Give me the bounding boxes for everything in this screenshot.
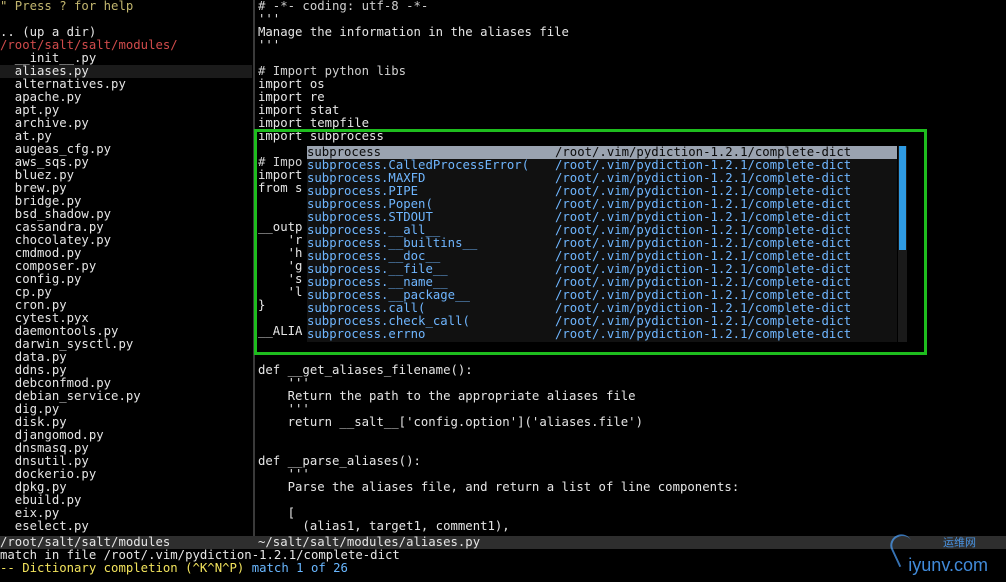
code-line[interactable]: (alias1, target1, comment1), <box>258 520 1006 533</box>
file-list[interactable]: __init__.py aliases.py alternatives.py a… <box>0 52 252 533</box>
file-tree-pane[interactable]: " Press ? for help .. (up a dir) /root/s… <box>0 0 252 536</box>
match-counter: match 1 of 26 <box>251 561 348 575</box>
code-line[interactable] <box>258 429 1006 442</box>
code-line[interactable]: Parse the aliases file, and return a lis… <box>258 481 1006 494</box>
code-line[interactable] <box>258 494 1006 507</box>
code-line[interactable]: ''' <box>258 39 1006 52</box>
code-line[interactable]: import re <box>258 91 1006 104</box>
annotation-highlight-box <box>254 129 927 355</box>
code-line[interactable]: return __salt__['config.option']('aliase… <box>258 416 1006 429</box>
help-hint: " Press ? for help <box>0 0 134 13</box>
watermark-text: iyunv.com <box>908 555 988 575</box>
code-line[interactable]: Return the path to the appropriate alias… <box>258 390 1006 403</box>
code-line[interactable]: Manage the information in the aliases fi… <box>258 26 1006 39</box>
code-line[interactable]: # -*- coding: utf-8 -*- <box>258 0 1006 13</box>
code-line[interactable]: def __parse_aliases(): <box>258 455 1006 468</box>
command-message-2: -- Dictionary completion (^K^N^P) match … <box>0 562 1006 575</box>
completion-mode-label: -- Dictionary completion (^K^N^P) <box>0 561 245 575</box>
code-line[interactable]: # Import python libs <box>258 65 1006 78</box>
watermark-subtext: 运维网 <box>943 537 976 549</box>
file-item[interactable]: eselect.py <box>0 520 252 533</box>
code-line[interactable]: def __get_aliases_filename(): <box>258 364 1006 377</box>
code-line[interactable]: import stat <box>258 104 1006 117</box>
code-line[interactable]: import os <box>258 78 1006 91</box>
